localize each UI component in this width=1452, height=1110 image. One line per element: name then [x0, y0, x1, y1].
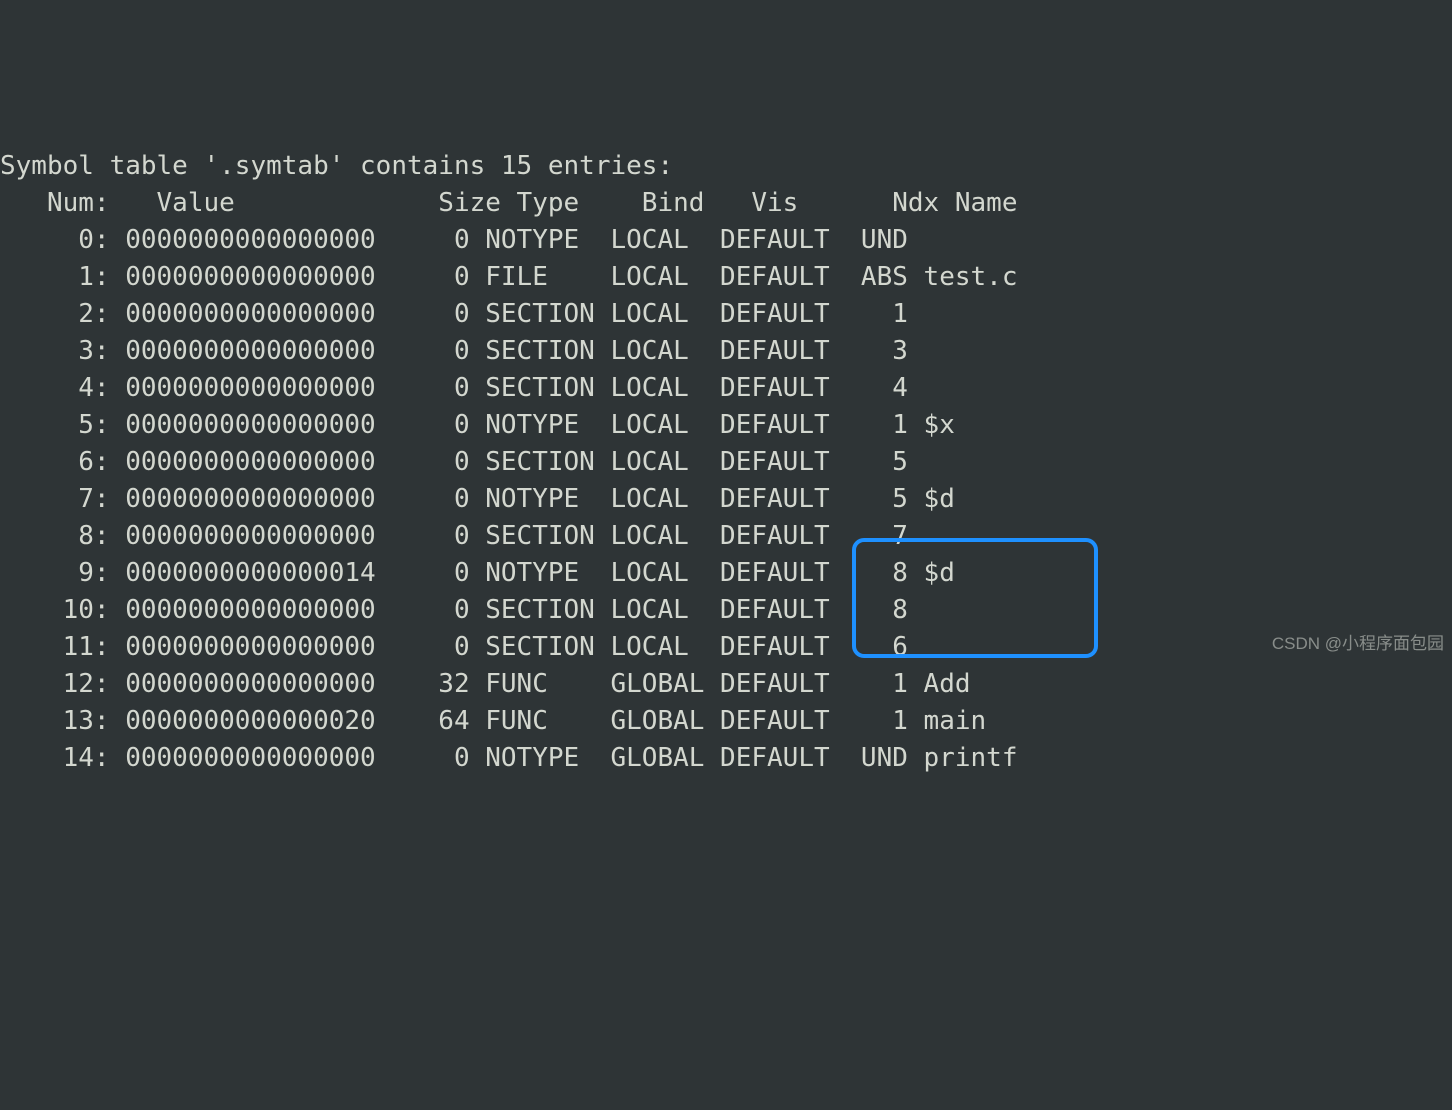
rows-container: 0: 0000000000000000 0 NOTYPE LOCAL DEFAU… [0, 225, 1017, 773]
header-row: Num: Value Size Type Bind Vis Ndx Name [0, 188, 1017, 218]
terminal-output: Symbol table '.symtab' contains 15 entri… [0, 148, 1452, 777]
symtab-title: Symbol table '.symtab' contains 15 entri… [0, 151, 673, 181]
watermark-text: CSDN @小程序面包园 [1272, 625, 1444, 662]
